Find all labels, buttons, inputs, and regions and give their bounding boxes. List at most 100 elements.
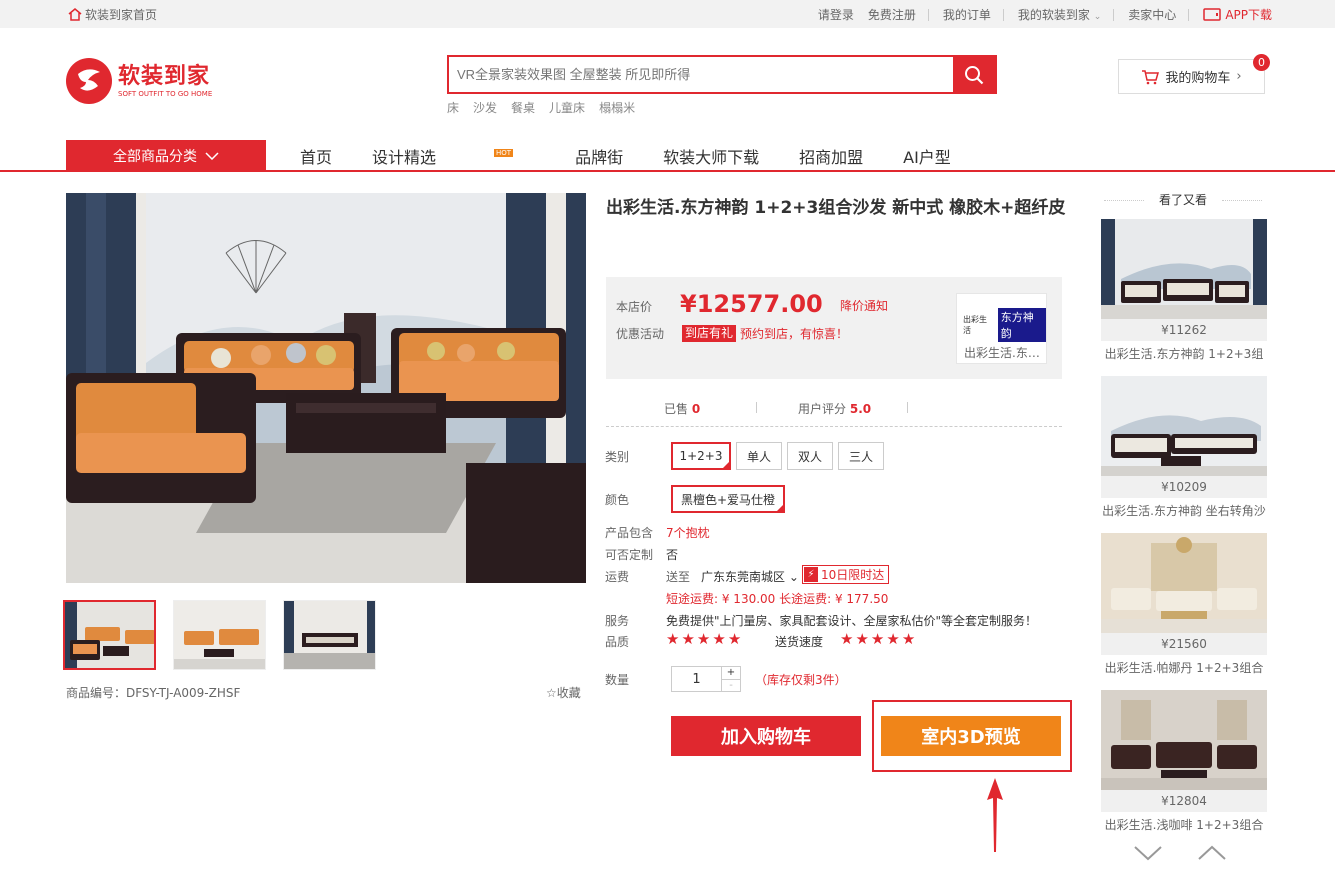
nav-link-brands[interactable]: 品牌街 [575,144,623,168]
price-notice-link[interactable]: 降价通知 [840,297,888,314]
nav-link-franchise[interactable]: 招商加盟 [799,144,863,168]
also-viewed-image [1101,219,1267,319]
product-main-image[interactable] [66,193,586,583]
thumbnail-strip [63,600,376,670]
cart-icon [1142,69,1160,84]
region-value: 广东东莞南城区 [701,570,786,584]
seller-center-link[interactable]: 卖家中心 [1128,6,1176,23]
cart-button[interactable]: 我的购物车 › 0 [1118,54,1270,94]
promo-text: 预约到店，有惊喜！ [740,327,849,341]
top-bar: 软装到家首页 请登录 免费注册 我的订单 我的软装到家 ⌄ 卖家中心 APP下载 [0,0,1335,28]
includes-value: 7个抱枕 [666,526,710,540]
logo-subtext: SOFT OUTFIT TO GO HOME [118,90,213,98]
quantity-decrease-button[interactable]: - [722,680,740,692]
nav-link-ai[interactable]: AI户型 [903,144,951,168]
hotword-link[interactable]: 餐桌 [511,99,535,116]
speed-label: 送货速度 [775,635,824,649]
all-categories-button[interactable]: 全部商品分类 [66,140,266,172]
thumbnail[interactable] [283,600,376,670]
sales-stats: 已售 0 用户评分 5.0 [606,390,1062,427]
quality-label: 品质 [605,635,630,649]
sold-value: 0 [691,402,701,416]
home-link[interactable]: 软装到家首页 [68,6,157,23]
promo-label: 优惠活动 [616,327,665,341]
star-icon: ★ [696,630,711,648]
divider [1188,8,1190,21]
divider [1002,8,1004,21]
thumbnail[interactable] [63,600,156,670]
search-button[interactable] [953,57,995,92]
quality-stars: ★ ★ ★ ★ ★ [666,630,741,648]
also-viewed-price: ¥12804 [1101,790,1267,812]
divider [927,8,929,21]
also-viewed-header: 看了又看 [1100,190,1266,210]
star-icon: ★ [901,630,916,648]
hotword-link[interactable]: 沙发 [473,99,497,116]
hotword-link[interactable]: 榻榻米 [599,99,635,116]
option-double[interactable]: 双人 [787,442,833,470]
hotword-link[interactable]: 床 [447,99,459,116]
quantity-increase-button[interactable]: + [722,667,740,680]
star-icon: ★ [681,630,695,648]
shipping-label: 运费 [605,570,630,584]
color-option[interactable]: 黑檀色+爱马仕橙 [671,485,785,513]
promo-tag: 到店有礼 [682,325,737,342]
rating-value: 5.0 [849,402,872,416]
app-download-label: APP下载 [1225,8,1272,22]
also-viewed-item[interactable]: ¥11262 出彩生活.东方神韵 1+2+3组 [1101,219,1267,362]
chevron-down-icon: ⌄ [788,570,799,584]
thumbnail[interactable] [173,600,266,670]
view-3d-button[interactable]: 室内3D预览 [881,716,1061,756]
also-viewed-name: 出彩生活.东方神韵 坐右转角沙 [1102,504,1266,518]
shop-logo-brand: 东方神韵 [997,308,1046,342]
product-title: 出彩生活.东方神韵 1+2+3组合沙发 新中式 橡胶木+超纤皮 [606,198,1066,218]
nav-link-design-label: 设计精选 [372,148,437,167]
nav-link-home[interactable]: 首页 [300,144,332,168]
orders-link[interactable]: 我的订单 [943,6,991,23]
sold-label: 已售 [664,402,689,416]
shop-logo: 出彩生活 东方神韵 [963,308,1046,342]
home-icon [68,8,82,21]
my-account-menu[interactable]: 我的软装到家 ⌄ [1018,6,1101,23]
star-outline-icon: ☆ [546,686,557,700]
also-viewed-name: 出彩生活.东方神韵 1+2+3组 [1104,347,1264,361]
logo-text: 软装到家 [118,64,211,89]
logo-mark [66,58,112,104]
my-account-label: 我的软装到家 [1017,8,1090,22]
also-viewed-image [1101,376,1267,476]
home-link-label: 软装到家首页 [85,8,158,22]
site-logo[interactable]: 软装到家 SOFT OUTFIT TO GO HOME [66,58,212,104]
also-viewed-item[interactable]: ¥10209 出彩生活.东方神韵 坐右转角沙 [1101,376,1267,519]
region-selector[interactable]: 广东东莞南城区 ⌄ [701,568,799,585]
also-viewed-name: 出彩生活.帕娜丹 1+2+3组合 [1104,661,1264,675]
login-link[interactable]: 请登录 [818,6,854,23]
delivery-badge: ⚡ 10日限时达 [802,565,890,584]
nav-link-download[interactable]: 软装大师下载 [663,144,759,168]
option-triple[interactable]: 三人 [838,442,884,470]
scroll-down-button[interactable] [1134,845,1162,861]
app-download-link[interactable]: APP下载 [1203,6,1272,23]
also-viewed-name: 出彩生活.浅咖啡 1+2+3组合 [1104,818,1264,832]
hot-search-words: 床 沙发 餐桌 儿童床 榻榻米 [447,99,635,116]
hotword-link[interactable]: 儿童床 [549,99,585,116]
service-label: 服务 [605,614,630,628]
star-icon: ★ [870,630,885,648]
shop-card[interactable]: 出彩生活 东方神韵 出彩生活.东… [956,293,1047,364]
option-1-2-3[interactable]: 1+2+3 [671,442,731,470]
chevron-right-icon: › [1236,69,1242,84]
search-input[interactable] [449,57,953,92]
option-single[interactable]: 单人 [736,442,782,470]
also-viewed-item[interactable]: ¥21560 出彩生活.帕娜丹 1+2+3组合 [1101,533,1267,676]
collect-button[interactable]: ☆收藏 [546,684,581,701]
custom-label: 可否定制 [605,548,654,562]
quantity-input[interactable]: 1 [672,667,722,691]
register-link[interactable]: 免费注册 [868,6,916,23]
also-viewed-item[interactable]: ¥12804 出彩生活.浅咖啡 1+2+3组合 [1101,690,1267,833]
quantity-label: 数量 [605,673,630,687]
add-to-cart-button[interactable]: 加入购物车 [671,716,861,756]
hot-badge: HOT [494,149,514,157]
product-code: 商品编号：DFSY-TJ-A009-ZHSF [66,686,241,700]
scroll-up-button[interactable] [1198,845,1226,861]
star-icon: ★ [840,630,854,648]
nav-link-design[interactable]: 设计精选 HOT [372,144,535,168]
